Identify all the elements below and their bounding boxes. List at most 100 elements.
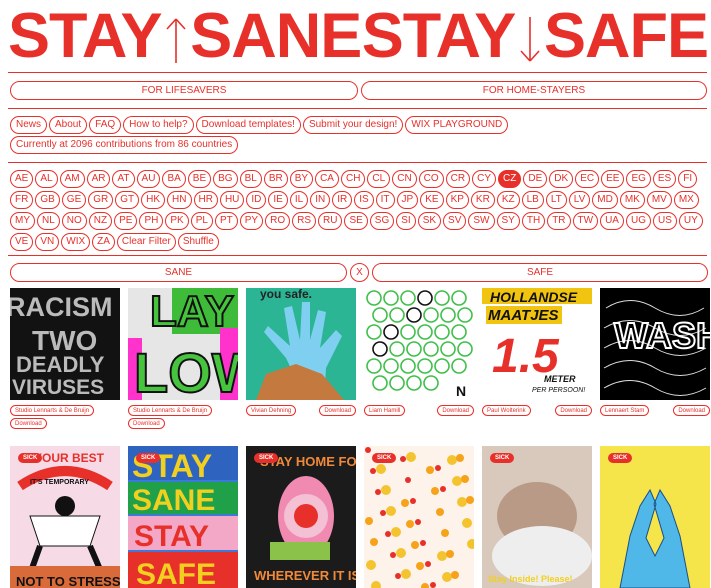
country-filter-rs[interactable]: RS xyxy=(292,212,316,230)
country-filter-mv[interactable]: MV xyxy=(646,191,672,209)
country-filter-by[interactable]: BY xyxy=(289,170,314,188)
country-filter-dk[interactable]: DK xyxy=(549,170,574,188)
country-filter-al[interactable]: AL xyxy=(35,170,58,188)
download-button[interactable]: Download xyxy=(673,405,710,416)
country-filter-za[interactable]: ZA xyxy=(92,233,115,251)
country-filter-fr[interactable]: FR xyxy=(10,191,34,209)
country-filter-uy[interactable]: UY xyxy=(678,212,703,230)
country-filter-md[interactable]: MD xyxy=(592,191,618,209)
poster-card[interactable]: STAY SANE STAY SAFE SICK xyxy=(128,446,238,588)
country-filter-lv[interactable]: LV xyxy=(568,191,591,209)
toggle-x-button[interactable]: X xyxy=(350,263,369,282)
country-filter-my[interactable]: MY xyxy=(10,212,35,230)
poster-card[interactable]: LAY LOW Studio Lennarts & De Bruijn Down… xyxy=(128,288,238,429)
country-filter-ve[interactable]: VE xyxy=(10,233,34,251)
country-filter-cn[interactable]: CN xyxy=(392,170,417,188)
country-filter-ie[interactable]: IE xyxy=(268,191,288,209)
download-button[interactable]: Download xyxy=(128,418,165,429)
country-filter-ru[interactable]: RU xyxy=(318,212,343,230)
country-filter-tw[interactable]: TW xyxy=(572,212,599,230)
country-filter-ir[interactable]: IR xyxy=(332,191,353,209)
country-filter-am[interactable]: AM xyxy=(59,170,85,188)
country-filter-pt[interactable]: PT xyxy=(214,212,238,230)
for-home-stayers-button[interactable]: FOR HOME-STAYERS xyxy=(361,81,707,100)
poster-image[interactable]: WASH xyxy=(600,288,710,400)
country-filter-ug[interactable]: UG xyxy=(625,212,651,230)
country-filter-cr[interactable]: CR xyxy=(445,170,471,188)
site-logo[interactable]: STAY SANE STAY SAFE xyxy=(8,4,709,68)
country-filter-sy[interactable]: SY xyxy=(496,212,520,230)
poster-image[interactable]: STAY SANE STAY SAFE SICK xyxy=(128,446,238,588)
author-link[interactable]: Studio Lennarts & De Bruijn xyxy=(128,405,213,416)
country-filter-pe[interactable]: PE xyxy=(114,212,138,230)
country-filter-ke[interactable]: KE xyxy=(420,191,444,209)
safe-filter-button[interactable]: SAFE xyxy=(372,263,708,282)
country-filter-nz[interactable]: NZ xyxy=(88,212,113,230)
country-filter-sg[interactable]: SG xyxy=(369,212,395,230)
nav-how-to-help[interactable]: How to help? xyxy=(123,116,194,134)
poster-card[interactable]: YOUR BEST IT'S TEMPORARY NOT TO STRESS S… xyxy=(10,446,120,588)
author-link[interactable]: Vivian Dehning xyxy=(246,405,297,416)
country-filter-se[interactable]: SE xyxy=(344,212,368,230)
nav-download-templates[interactable]: Download templates! xyxy=(195,116,301,134)
country-filter-gb[interactable]: GB xyxy=(35,191,60,209)
country-filter-ua[interactable]: UA xyxy=(600,212,624,230)
shuffle-button[interactable]: Shuffle xyxy=(177,233,219,251)
country-filter-mk[interactable]: MK xyxy=(619,191,645,209)
country-filter-ch[interactable]: CH xyxy=(340,170,366,188)
country-filter-de[interactable]: DE xyxy=(523,170,548,188)
country-filter-kz[interactable]: KZ xyxy=(496,191,520,209)
country-filter-ec[interactable]: EC xyxy=(575,170,600,188)
poster-image[interactable]: Stay Inside! Please! SICK xyxy=(482,446,592,588)
country-filter-bg[interactable]: BG xyxy=(213,170,238,188)
country-filter-hn[interactable]: HN xyxy=(167,191,192,209)
poster-card[interactable]: SICK xyxy=(364,446,474,588)
poster-card[interactable]: WASH Lennaert Stam Download xyxy=(600,288,710,416)
nav-faq[interactable]: FAQ xyxy=(89,116,122,134)
country-filter-hr[interactable]: HR xyxy=(193,191,218,209)
poster-image[interactable]: STAY HOME FOLKS WHEREVER IT IS! SICK xyxy=(246,446,356,588)
country-filter-in[interactable]: IN xyxy=(310,191,331,209)
country-filter-gr[interactable]: GR xyxy=(88,191,114,209)
country-filter-id[interactable]: ID xyxy=(246,191,267,209)
country-filter-ge[interactable]: GE xyxy=(61,191,87,209)
country-filter-jp[interactable]: JP xyxy=(396,191,419,209)
poster-card[interactable]: Stay Inside! Please! SICK xyxy=(482,446,592,588)
country-filter-cz[interactable]: CZ xyxy=(498,170,522,188)
poster-image[interactable]: N xyxy=(364,288,474,400)
country-filter-ro[interactable]: RO xyxy=(265,212,291,230)
country-filter-wix[interactable]: WIX xyxy=(61,233,91,251)
country-filter-us[interactable]: US xyxy=(652,212,677,230)
poster-card[interactable]: you safe. Vivian Dehning Download xyxy=(246,288,356,416)
download-button[interactable]: Download xyxy=(10,418,47,429)
poster-image[interactable]: HOLLANDSE MAATJES 1.5 METER PER PERSOON! xyxy=(482,288,592,400)
author-link[interactable]: Liam Hamill xyxy=(364,405,406,416)
country-filter-hk[interactable]: HK xyxy=(141,191,166,209)
country-filter-kp[interactable]: KP xyxy=(445,191,469,209)
author-link[interactable]: Paul Wolterink xyxy=(482,405,531,416)
poster-card[interactable]: RACISM TWO DEADLY VIRUSES Studio Lennart… xyxy=(10,288,120,429)
download-button[interactable]: Download xyxy=(319,405,356,416)
country-filter-vn[interactable]: VN xyxy=(35,233,60,251)
country-filter-py[interactable]: PY xyxy=(239,212,264,230)
nav-about[interactable]: About xyxy=(49,116,88,134)
poster-card[interactable]: SICK xyxy=(600,446,710,588)
author-link[interactable]: Lennaert Stam xyxy=(600,405,650,416)
country-filter-at[interactable]: AT xyxy=(112,170,135,188)
poster-image[interactable]: you safe. xyxy=(246,288,356,400)
country-filter-lt[interactable]: LT xyxy=(545,191,567,209)
nav-wix-playground[interactable]: WIX PLAYGROUND xyxy=(405,116,509,134)
download-button[interactable]: Download xyxy=(437,405,474,416)
country-filter-no[interactable]: NO xyxy=(61,212,87,230)
country-filter-bl[interactable]: BL xyxy=(239,170,262,188)
country-filter-br[interactable]: BR xyxy=(263,170,288,188)
country-filter-pl[interactable]: PL xyxy=(190,212,213,230)
country-filter-ar[interactable]: AR xyxy=(86,170,111,188)
country-filter-ph[interactable]: PH xyxy=(139,212,164,230)
country-filter-hu[interactable]: HU xyxy=(219,191,245,209)
country-filter-es[interactable]: ES xyxy=(652,170,677,188)
clear-filter-button[interactable]: Clear Filter xyxy=(116,233,176,251)
country-filter-mx[interactable]: MX xyxy=(673,191,699,209)
download-button[interactable]: Download xyxy=(555,405,592,416)
country-filter-il[interactable]: IL xyxy=(289,191,309,209)
